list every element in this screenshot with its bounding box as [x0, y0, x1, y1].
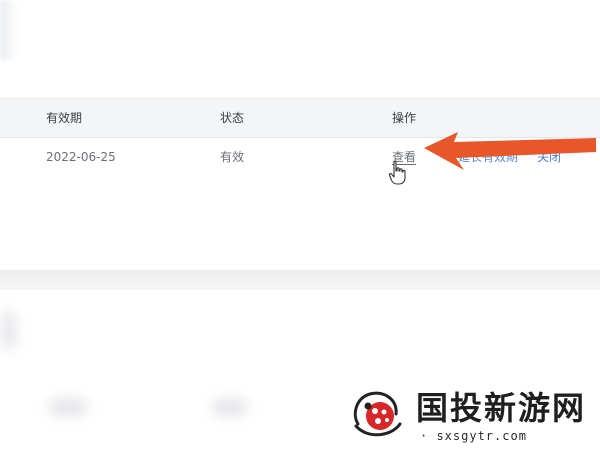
blurred-edge — [0, 0, 18, 60]
top-card-area — [0, 0, 600, 98]
watermark-title: 国投新游网 — [416, 389, 587, 427]
column-header-validity: 有效期 — [46, 111, 83, 125]
ladybug-logo-icon — [353, 391, 402, 437]
status-cell: 有效 — [220, 150, 245, 164]
column-header-actions: 操作 — [392, 111, 417, 125]
validity-date-cell: 2022-06-25 — [46, 150, 116, 164]
blurred-shape — [48, 398, 88, 416]
column-header-status: 状态 — [220, 111, 245, 125]
blurred-shape — [212, 398, 248, 416]
blurred-shape — [2, 310, 16, 350]
watermark-url: · sxsgytr.com — [420, 429, 527, 443]
hand-pointer-icon — [388, 160, 406, 185]
section-divider — [0, 270, 600, 290]
screenshot-stage: 有效期 状态 操作 2022-06-25 有效 查看 延长有效期 关闭 国投新游… — [0, 0, 600, 449]
annotation-arrow-icon — [424, 132, 596, 170]
table-empty-area — [0, 176, 600, 270]
